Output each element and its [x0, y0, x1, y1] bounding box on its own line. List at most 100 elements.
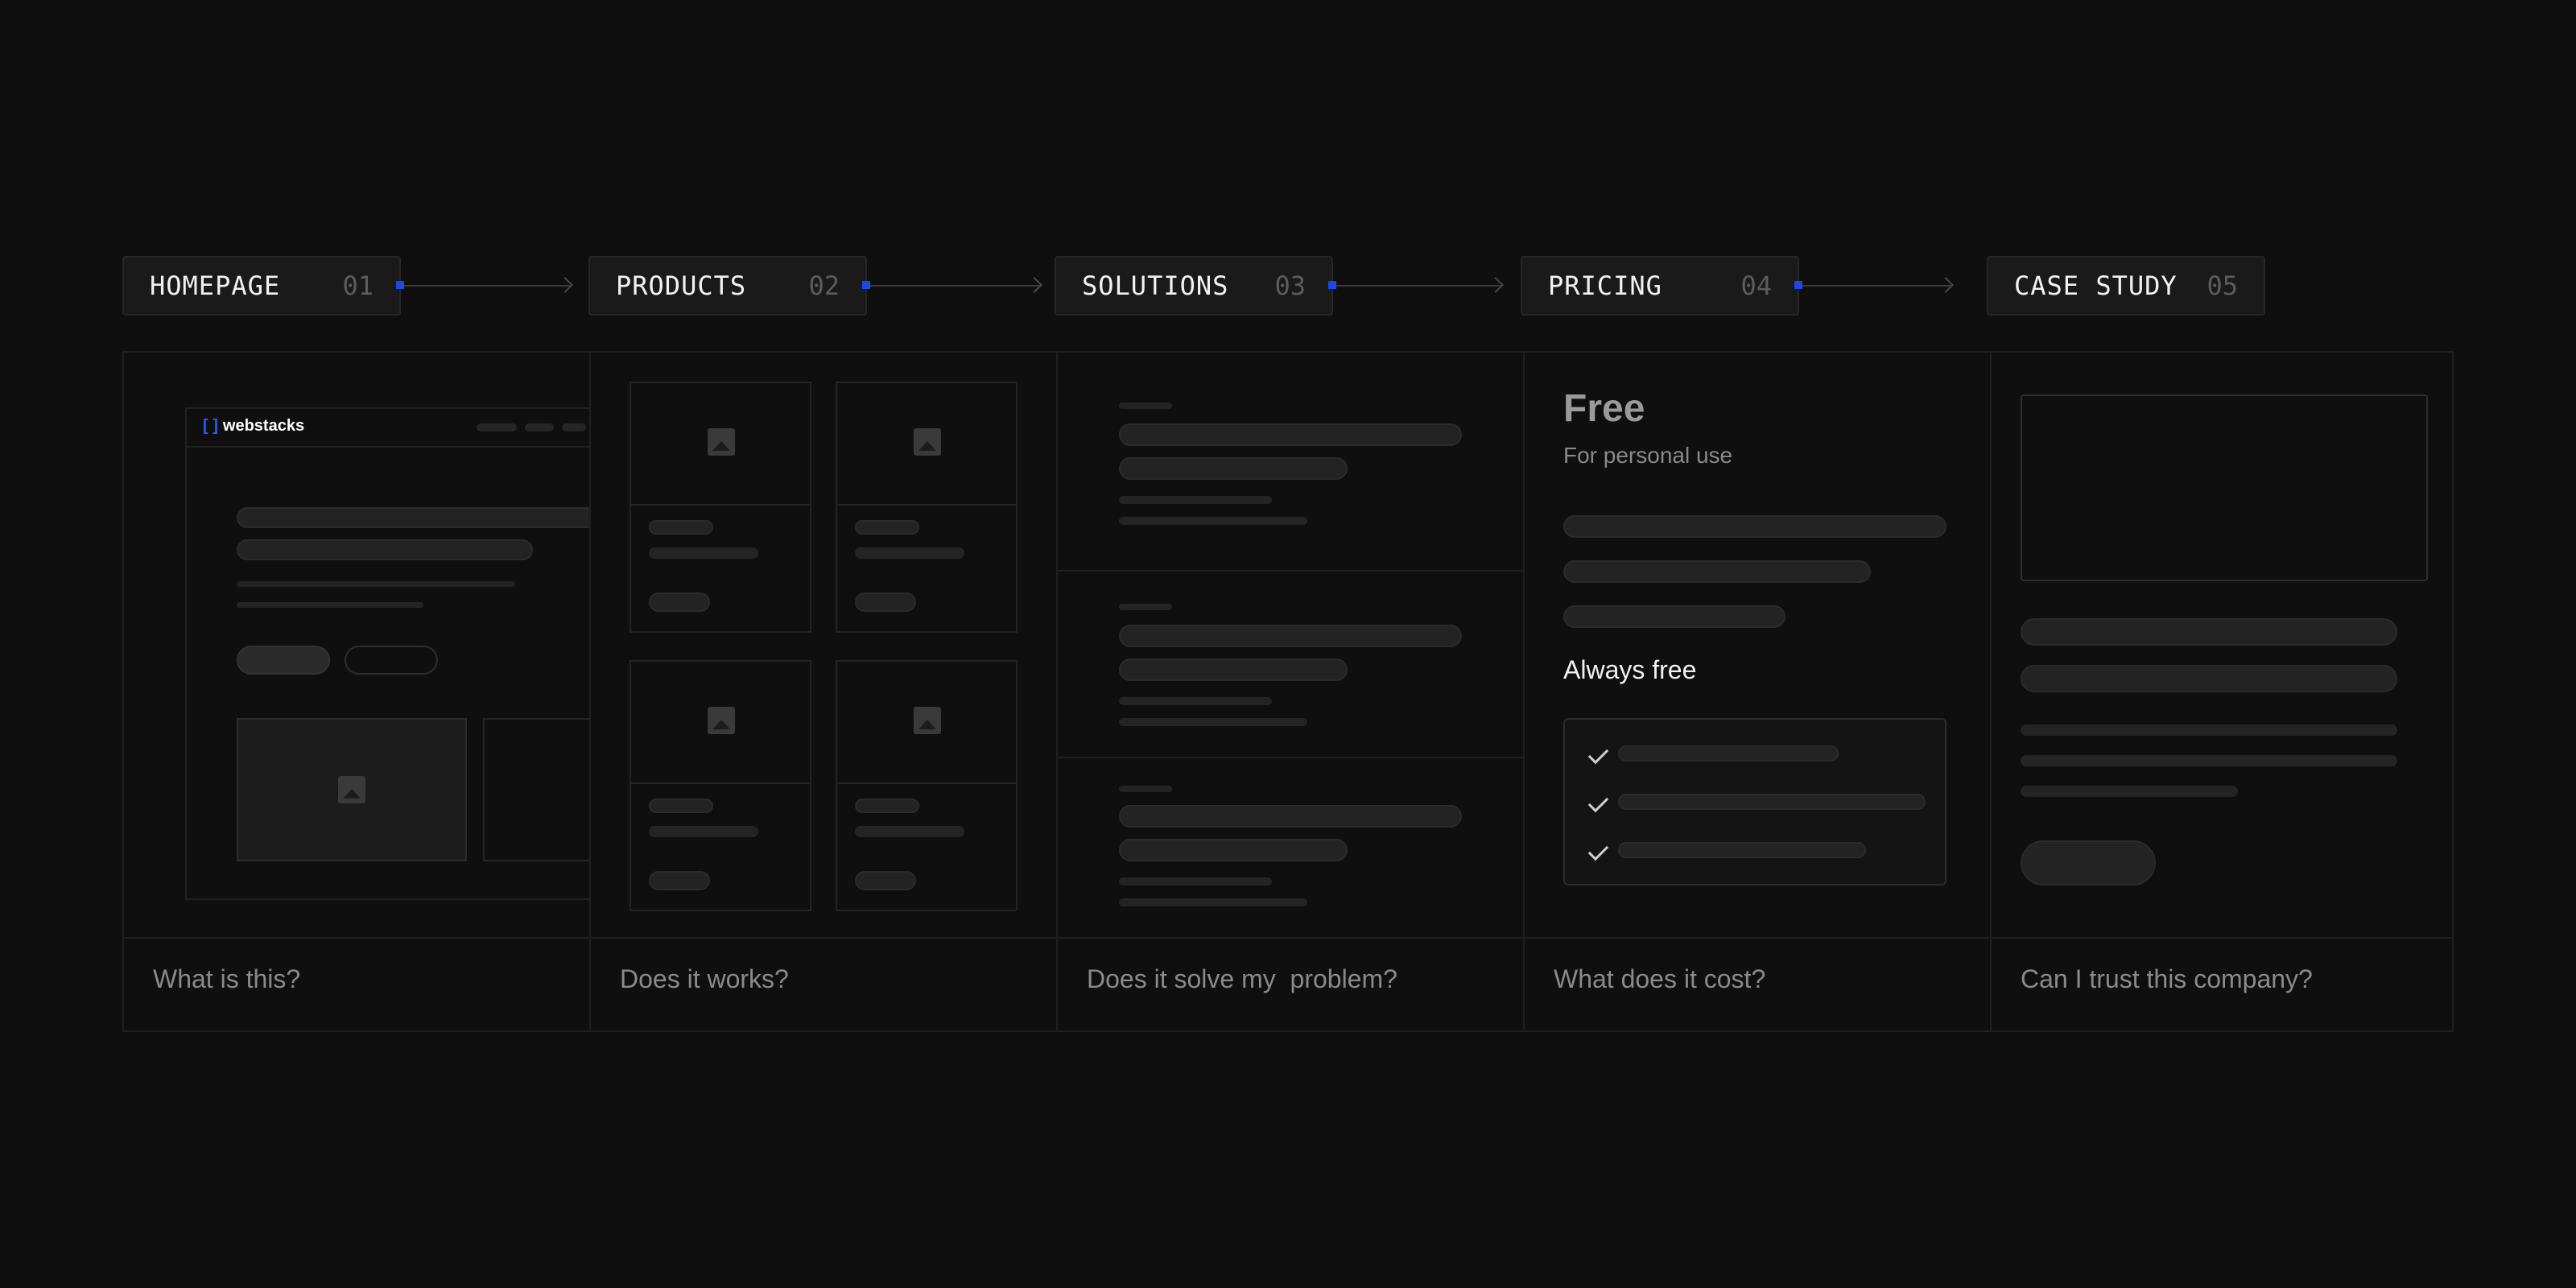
nav-placeholder	[562, 423, 586, 431]
eyebrow-placeholder	[1119, 402, 1172, 409]
check-icon	[1587, 743, 1609, 765]
heading-placeholder	[2021, 665, 2397, 692]
text-placeholder	[237, 602, 423, 608]
arrow-head-icon	[1026, 277, 1042, 293]
headline-placeholder	[237, 507, 589, 528]
primary-button-placeholder	[237, 646, 330, 675]
heading-placeholder	[1119, 457, 1348, 480]
pricing-illustration: Free For personal use Always free	[1525, 353, 1990, 939]
secondary-button-placeholder	[345, 646, 438, 675]
connector-arrow	[1328, 277, 1504, 293]
connector-arrow	[396, 277, 573, 293]
step-label: CASE STUDY	[2014, 270, 2178, 301]
text-placeholder	[1563, 605, 1785, 628]
headline-placeholder	[237, 539, 533, 560]
image-placeholder	[2021, 394, 2428, 581]
arrow-head-icon	[1488, 277, 1504, 293]
case-study-illustration	[1992, 353, 2452, 939]
products-illustration	[591, 353, 1056, 939]
question-text: Can I trust this company?	[2021, 964, 2313, 993]
feature-list	[1563, 718, 1946, 886]
step-number: 03	[1274, 270, 1306, 301]
text-placeholder	[1119, 496, 1272, 504]
text-placeholder	[2021, 724, 2397, 736]
text-placeholder	[855, 826, 964, 837]
heading-placeholder	[1119, 839, 1348, 861]
plan-price-note: Always free	[1563, 655, 1697, 684]
step-homepage[interactable]: HOMEPAGE 01	[122, 256, 401, 316]
browser-mock: [ ] webstacks	[185, 407, 589, 900]
heading-placeholder	[1119, 625, 1462, 647]
text-placeholder	[1119, 718, 1307, 726]
nav-placeholder	[525, 423, 554, 431]
text-placeholder	[1563, 515, 1946, 538]
column-solutions: Does it solve my problem?	[1058, 353, 1525, 1030]
text-placeholder	[1119, 697, 1272, 705]
logo-mark: [ ]	[203, 417, 218, 435]
text-placeholder	[649, 826, 758, 837]
step-pricing[interactable]: PRICING 04	[1521, 256, 1799, 316]
image-icon	[914, 707, 941, 734]
connector-dot	[1328, 281, 1336, 289]
connector-arrow	[1794, 277, 1954, 293]
feature-placeholder	[1618, 842, 1866, 858]
image-card	[483, 718, 589, 861]
title-placeholder	[649, 520, 713, 535]
connector-dot	[1794, 281, 1802, 289]
connector-dot	[396, 281, 404, 289]
step-label: PRODUCTS	[616, 270, 747, 301]
text-placeholder	[2021, 786, 2238, 797]
solutions-illustration	[1058, 353, 1523, 939]
browser-topbar: [ ] webstacks	[187, 409, 589, 448]
product-card	[836, 660, 1018, 911]
text-placeholder	[2021, 755, 2397, 766]
text-placeholder	[649, 547, 758, 559]
heading-placeholder	[1119, 423, 1462, 446]
column-pricing: Free For personal use Always free What d…	[1525, 353, 1992, 1030]
journey-steps: HOMEPAGE 01 PRODUCTS 02 SOLUTIONS 03 PRI…	[0, 0, 2576, 322]
step-case-study[interactable]: CASE STUDY 05	[1987, 256, 2265, 316]
heading-placeholder	[1119, 658, 1348, 681]
check-icon	[1587, 791, 1609, 813]
column-homepage: [ ] webstacks What is this?	[124, 353, 591, 1030]
heading-placeholder	[1119, 805, 1462, 828]
text-placeholder	[1119, 877, 1272, 886]
step-label: HOMEPAGE	[150, 270, 281, 301]
eyebrow-placeholder	[1119, 604, 1172, 610]
text-placeholder	[237, 581, 515, 587]
nav-placeholder	[477, 423, 517, 431]
image-icon	[338, 776, 365, 803]
product-card	[836, 382, 1018, 633]
step-number: 05	[2207, 270, 2238, 301]
step-products[interactable]: PRODUCTS 02	[588, 256, 867, 316]
title-placeholder	[855, 799, 919, 813]
arrow-head-icon	[1938, 277, 1954, 293]
webstacks-logo: [ ] webstacks	[203, 417, 304, 436]
text-placeholder	[1563, 560, 1871, 583]
image-icon	[914, 428, 941, 456]
homepage-illustration: [ ] webstacks	[124, 353, 589, 939]
connector-arrow	[862, 277, 1042, 293]
column-products: Does it works?	[591, 353, 1058, 1030]
image-icon	[708, 428, 735, 456]
button-placeholder	[855, 871, 916, 890]
step-label: SOLUTIONS	[1082, 270, 1229, 301]
title-placeholder	[855, 520, 919, 535]
button-placeholder	[855, 592, 916, 612]
step-number: 02	[808, 270, 840, 301]
product-card	[630, 382, 811, 633]
connector-dot	[862, 281, 870, 289]
arrow-head-icon	[557, 277, 573, 293]
button-placeholder	[649, 592, 710, 612]
image-card	[237, 718, 467, 861]
question-text: Does it solve my problem?	[1087, 964, 1397, 993]
button-placeholder	[649, 871, 710, 890]
title-placeholder	[649, 799, 713, 813]
feature-placeholder	[1618, 794, 1926, 810]
column-case-study: Can I trust this company?	[1992, 353, 2452, 1030]
text-placeholder	[855, 547, 964, 559]
step-number: 04	[1740, 270, 1772, 301]
step-solutions[interactable]: SOLUTIONS 03	[1055, 256, 1333, 316]
journey-board: [ ] webstacks What is this? Does it work…	[122, 351, 2454, 1032]
product-card	[630, 660, 811, 911]
